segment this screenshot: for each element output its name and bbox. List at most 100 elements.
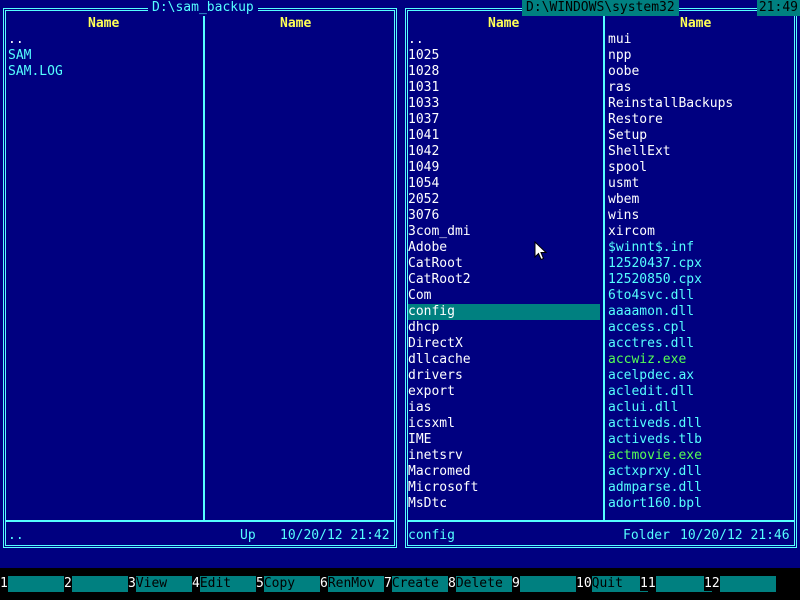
folder-entry[interactable]: mui <box>608 32 794 48</box>
left-file-list[interactable]: .. SAM SAM.LOG <box>8 32 200 80</box>
folder-entry[interactable]: 1054 <box>408 176 600 192</box>
f3-key-number: 3 <box>128 576 136 591</box>
folder-entry[interactable]: spool <box>608 160 794 176</box>
left-panel-frame <box>3 8 397 548</box>
folder-entry[interactable]: 3076 <box>408 208 600 224</box>
file-entry[interactable]: accwiz.exe <box>608 352 794 368</box>
right-status-info: Folder <box>623 528 670 543</box>
folder-entry[interactable]: 2052 <box>408 192 600 208</box>
left-panel[interactable]: D:\sam_backup Name Name .. SAM SAM.LOG .. … <box>0 0 400 552</box>
file-entry[interactable]: activeds.tlb <box>608 432 794 448</box>
folder-entry[interactable]: 1031 <box>408 80 600 96</box>
f7-key-number: 7 <box>384 576 392 591</box>
f6-key[interactable]: 6RenMov <box>320 576 384 592</box>
right-panel-path[interactable]: D:\WINDOWS\system32 <box>522 0 679 16</box>
f3-key[interactable]: 3View <box>128 576 192 592</box>
f12-key[interactable]: 12 <box>704 576 776 592</box>
folder-entry[interactable]: dllcache <box>408 352 600 368</box>
folder-entry[interactable]: 1037 <box>408 112 600 128</box>
file-entry-selected[interactable]: config <box>408 304 600 320</box>
folder-entry[interactable]: xircom <box>608 224 794 240</box>
file-entry[interactable]: acledit.dll <box>608 384 794 400</box>
f10-key[interactable]: 10Quit <box>576 576 648 592</box>
file-entry[interactable]: SAM.LOG <box>8 64 200 80</box>
folder-entry[interactable]: wins <box>608 208 794 224</box>
folder-entry[interactable]: 1041 <box>408 128 600 144</box>
f9-key-label <box>519 576 576 592</box>
f12-key-number: 12 <box>704 576 720 591</box>
file-entry[interactable]: actxprxy.dll <box>608 464 794 480</box>
f9-key[interactable]: 9 <box>512 576 576 592</box>
left-column-separator <box>203 8 205 520</box>
file-entry[interactable]: admparse.dll <box>608 480 794 496</box>
file-entry[interactable]: acctres.dll <box>608 336 794 352</box>
folder-entry[interactable]: export <box>408 384 600 400</box>
file-entry[interactable]: aaaamon.dll <box>608 304 794 320</box>
folder-entry[interactable]: 1028 <box>408 64 600 80</box>
file-entry[interactable]: aclui.dll <box>608 400 794 416</box>
folder-entry[interactable]: npp <box>608 48 794 64</box>
function-key-bar: 1 2 3View 4Edit 5Copy 6RenMov 7Create 8Delete 9 1… <box>0 576 800 592</box>
right-file-list-column-1[interactable]: .. 1025 1028 1031 1033 1037 1041 1042 1049 1054 20… <box>408 32 600 512</box>
f4-key[interactable]: 4Edit <box>192 576 256 592</box>
f4-key-label: Edit <box>199 576 256 592</box>
file-entry[interactable]: access.cpl <box>608 320 794 336</box>
folder-entry[interactable]: MsDtc <box>408 496 600 512</box>
file-entry[interactable]: $winnt$.inf <box>608 240 794 256</box>
folder-entry[interactable]: 1049 <box>408 160 600 176</box>
folder-entry[interactable]: Macromed <box>408 464 600 480</box>
folder-entry[interactable]: inetsrv <box>408 448 600 464</box>
folder-entry[interactable]: .. <box>408 32 600 48</box>
folder-entry[interactable]: icsxml <box>408 416 600 432</box>
file-entry[interactable]: 6to4svc.dll <box>608 288 794 304</box>
left-column-header-1[interactable]: Name <box>88 16 119 32</box>
folder-entry[interactable]: ShellExt <box>608 144 794 160</box>
left-column-header-2[interactable]: Name <box>280 16 311 32</box>
folder-entry[interactable]: wbem <box>608 192 794 208</box>
right-column-header-1[interactable]: Name <box>488 16 519 32</box>
folder-entry[interactable]: IME <box>408 432 600 448</box>
right-file-list-column-2[interactable]: mui npp oobe ras ReinstallBackups Restore Setu… <box>608 32 794 512</box>
folder-entry[interactable]: usmt <box>608 176 794 192</box>
folder-entry[interactable]: 1025 <box>408 48 600 64</box>
folder-entry[interactable]: Setup <box>608 128 794 144</box>
folder-entry[interactable]: CatRoot <box>408 256 600 272</box>
f1-key[interactable]: 1 <box>0 576 64 592</box>
f7-key[interactable]: 7Create <box>384 576 448 592</box>
file-entry[interactable]: actmovie.exe <box>608 448 794 464</box>
f5-key[interactable]: 5Copy <box>256 576 320 592</box>
f7-key-label: Create <box>391 576 448 592</box>
folder-entry[interactable]: Microsoft <box>408 480 600 496</box>
folder-entry[interactable]: Com <box>408 288 600 304</box>
file-entry[interactable]: 12520437.cpx <box>608 256 794 272</box>
right-panel[interactable]: D:\WINDOWS\system32 21:49 Name Name .. 10… <box>402 0 800 552</box>
folder-entry[interactable]: CatRoot2 <box>408 272 600 288</box>
f1-key-label <box>7 576 64 592</box>
folder-entry[interactable]: ras <box>608 80 794 96</box>
left-panel-path[interactable]: D:\sam_backup <box>148 0 258 16</box>
file-entry[interactable]: activeds.dll <box>608 416 794 432</box>
folder-entry[interactable]: dhcp <box>408 320 600 336</box>
folder-entry[interactable]: drivers <box>408 368 600 384</box>
f8-key[interactable]: 8Delete <box>448 576 512 592</box>
right-column-header-2[interactable]: Name <box>680 16 711 32</box>
folder-entry[interactable]: ias <box>408 400 600 416</box>
folder-entry[interactable]: oobe <box>608 64 794 80</box>
folder-entry[interactable]: 1033 <box>408 96 600 112</box>
folder-entry[interactable]: DirectX <box>408 336 600 352</box>
folder-entry[interactable]: Adobe <box>408 240 600 256</box>
file-entry[interactable]: adort160.bpl <box>608 496 794 512</box>
file-entry[interactable]: SAM <box>8 48 200 64</box>
folder-entry[interactable]: .. <box>8 32 200 48</box>
left-status-name: .. <box>8 528 24 543</box>
file-entry[interactable]: acelpdec.ax <box>608 368 794 384</box>
file-entry[interactable]: 12520850.cpx <box>608 272 794 288</box>
folder-entry[interactable]: ReinstallBackups <box>608 96 794 112</box>
f11-key[interactable]: 11 <box>640 576 712 592</box>
folder-entry[interactable]: 3com_dmi <box>408 224 600 240</box>
folder-entry[interactable]: Restore <box>608 112 794 128</box>
f9-key-number: 9 <box>512 576 520 591</box>
f2-key[interactable]: 2 <box>64 576 128 592</box>
folder-entry[interactable]: 1042 <box>408 144 600 160</box>
f3-key-label: View <box>135 576 192 592</box>
